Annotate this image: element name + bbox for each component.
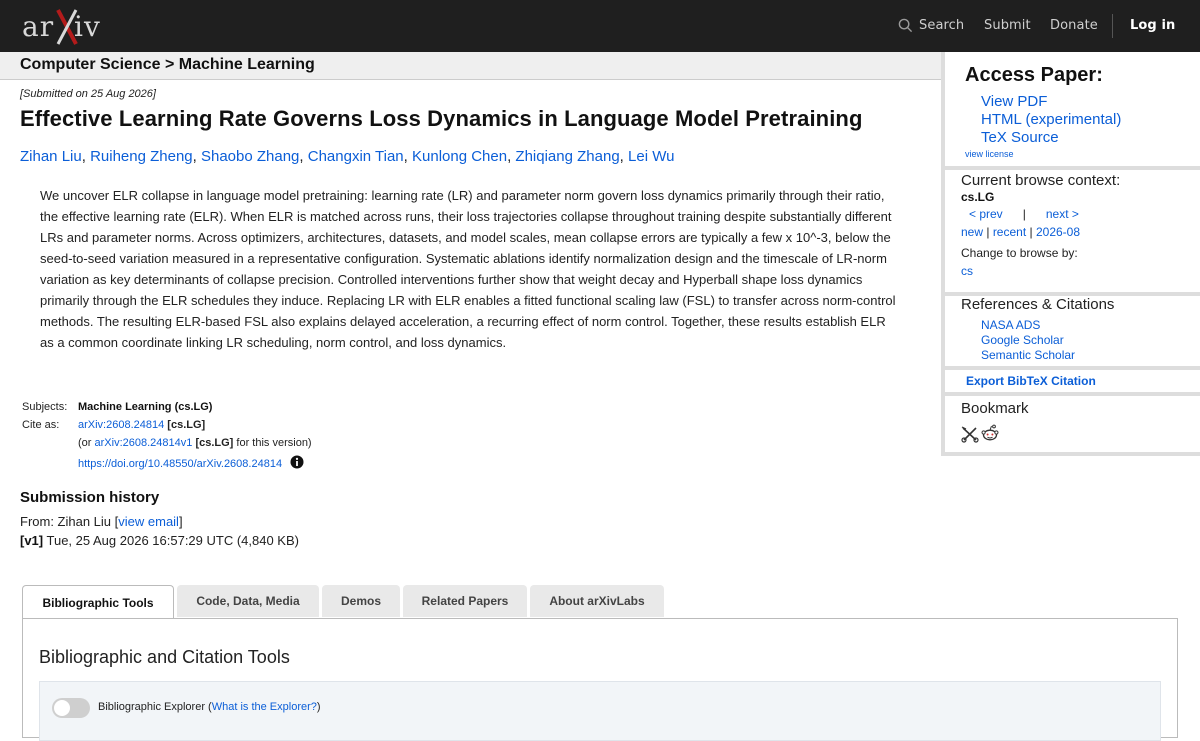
- from-suffix: ]: [178, 514, 183, 529]
- submission-history-title: Submission history: [20, 489, 160, 506]
- browse-context-block: Current browse context: cs.LG < prev | n…: [941, 170, 1200, 292]
- export-block: Export BibTeX Citation: [941, 370, 1200, 392]
- arxiv-logo[interactable]: ar iv: [22, 6, 114, 46]
- version-suffix: for this version): [236, 437, 312, 449]
- doi-link[interactable]: https://doi.org/10.48550/arXiv.2608.2481…: [78, 458, 282, 470]
- list-links-row: new | recent | 2026-08: [961, 225, 1081, 239]
- tex-source-link[interactable]: TeX Source: [981, 129, 1059, 146]
- top-bar: ar iv Search Submit Donate Log in: [0, 0, 1200, 52]
- semantic-scholar-link[interactable]: Semantic Scholar: [981, 348, 1075, 362]
- export-bibtex-link[interactable]: Export BibTeX Citation: [966, 374, 1096, 388]
- author-link[interactable]: Lei Wu: [628, 148, 674, 165]
- author-link[interactable]: Changxin Tian: [308, 148, 404, 165]
- metadata-table: Subjects: Machine Learning (cs.LG) Cite …: [20, 398, 314, 473]
- view-email-link[interactable]: view email: [118, 514, 179, 529]
- view-pdf-link[interactable]: View PDF: [981, 93, 1047, 110]
- cite-category: [cs.LG]: [167, 419, 206, 431]
- bookmark-title: Bookmark: [961, 400, 1029, 417]
- nasa-ads-link[interactable]: NASA ADS: [981, 318, 1040, 332]
- browse-context-value: cs.LG: [961, 190, 995, 204]
- tab-code-data-media[interactable]: Code, Data, Media: [177, 585, 319, 617]
- version-1-text: Tue, 25 Aug 2026 16:57:29 UTC (4,840 KB): [46, 533, 299, 548]
- author-link[interactable]: Kunlong Chen: [412, 148, 507, 165]
- explorer-text: Bibliographic Explorer (: [98, 701, 212, 713]
- reddit-icon[interactable]: [981, 424, 999, 442]
- author-link[interactable]: Shaobo Zhang: [201, 148, 299, 165]
- tab-panel: Bibliographic and Citation Tools Bibliog…: [22, 618, 1178, 741]
- version-prefix: (or: [78, 437, 92, 449]
- cite-label: Cite as:: [22, 419, 60, 431]
- version-1-label: [v1]: [20, 533, 44, 548]
- explorer-label: Bibliographic Explorer (What is the Expl…: [98, 701, 321, 713]
- month-link[interactable]: 2026-08: [1036, 225, 1080, 239]
- tab-related-papers[interactable]: Related Papers: [403, 585, 527, 617]
- browse-cs-link[interactable]: cs: [961, 264, 973, 278]
- sidebar-separator: [941, 452, 1200, 456]
- breadcrumb-computer-science[interactable]: Computer Science: [20, 56, 160, 73]
- references-title: References & Citations: [961, 296, 1115, 313]
- version-id-link[interactable]: arXiv:2608.24814v1: [95, 437, 193, 449]
- html-link[interactable]: HTML (experimental): [981, 111, 1121, 128]
- submission-date: [Submitted on 25 Aug 2026]: [20, 88, 156, 100]
- explorer-suffix: ): [316, 701, 321, 713]
- paper-title: Effective Learning Rate Governs Loss Dyn…: [20, 106, 863, 131]
- breadcrumb: Computer Science > Machine Learning: [0, 52, 941, 80]
- bibsonomy-icon[interactable]: [961, 425, 979, 443]
- recent-link[interactable]: recent: [993, 225, 1026, 239]
- toggle-knob: [54, 700, 70, 716]
- view-license-link[interactable]: view license: [965, 149, 1014, 159]
- prev-link[interactable]: < prev: [969, 207, 1003, 221]
- browse-cs-row: cs: [961, 264, 973, 278]
- panel-title: Bibliographic and Citation Tools: [39, 647, 290, 667]
- tab-demos[interactable]: Demos: [322, 585, 400, 617]
- search-icon: [898, 18, 913, 33]
- access-paper-block: Access Paper: View PDF HTML (experimenta…: [941, 52, 1200, 166]
- author-list: Zihan Liu, Ruiheng Zheng, Shaobo Zhang, …: [20, 148, 675, 165]
- explorer-toggle[interactable]: [52, 698, 90, 718]
- sidebar: Access Paper: View PDF HTML (experimenta…: [941, 52, 1200, 456]
- author-link[interactable]: Zihan Liu: [20, 148, 82, 165]
- version-1-entry: [v1] Tue, 25 Aug 2026 16:57:29 UTC (4,84…: [20, 533, 299, 548]
- search-link[interactable]: Search: [898, 18, 964, 33]
- explorer-box: Bibliographic Explorer (What is the Expl…: [39, 681, 1161, 741]
- author-link[interactable]: Ruiheng Zheng: [90, 148, 193, 165]
- prev-next-pipe: |: [1022, 207, 1026, 221]
- search-label: Search: [919, 18, 965, 33]
- submit-link[interactable]: Submit: [984, 18, 1031, 33]
- cite-id-link[interactable]: arXiv:2608.24814: [78, 419, 164, 431]
- bookmark-block: Bookmark: [941, 396, 1200, 456]
- access-paper-title: Access Paper:: [965, 64, 1103, 86]
- breadcrumb-separator: >: [164, 56, 175, 73]
- login-link[interactable]: Log in: [1130, 18, 1175, 33]
- breadcrumb-machine-learning[interactable]: Machine Learning: [179, 56, 315, 73]
- subjects-value: Machine Learning (cs.LG): [78, 401, 213, 413]
- change-browse-label: Change to browse by:: [961, 246, 1078, 260]
- donate-link[interactable]: Donate: [1050, 18, 1098, 33]
- new-link[interactable]: new: [961, 225, 983, 239]
- tab-about-arxivlabs[interactable]: About arXivLabs: [530, 585, 664, 617]
- tab-bibliographic-tools[interactable]: Bibliographic Tools: [22, 585, 174, 619]
- svg-text:ar: ar: [22, 10, 54, 43]
- subjects-label: Subjects:: [22, 401, 68, 413]
- from-text: From: Zihan Liu [: [20, 514, 119, 529]
- next-link[interactable]: next >: [1046, 207, 1079, 221]
- abstract: We uncover ELR collapse in language mode…: [40, 188, 896, 350]
- svg-text:iv: iv: [74, 10, 101, 43]
- google-scholar-link[interactable]: Google Scholar: [981, 333, 1064, 347]
- version-category: [cs.LG]: [195, 437, 234, 449]
- what-is-explorer-link[interactable]: What is the Explorer?: [212, 701, 317, 713]
- author-link[interactable]: Zhiqiang Zhang: [515, 148, 619, 165]
- references-block: References & Citations NASA ADS Google S…: [941, 296, 1200, 366]
- submission-from: From: Zihan Liu [view email]: [20, 514, 183, 529]
- top-divider: [1112, 14, 1113, 38]
- browse-context-title: Current browse context:: [961, 172, 1121, 189]
- info-icon[interactable]: [290, 455, 304, 469]
- prev-next-row: < prev | next >: [969, 207, 1079, 221]
